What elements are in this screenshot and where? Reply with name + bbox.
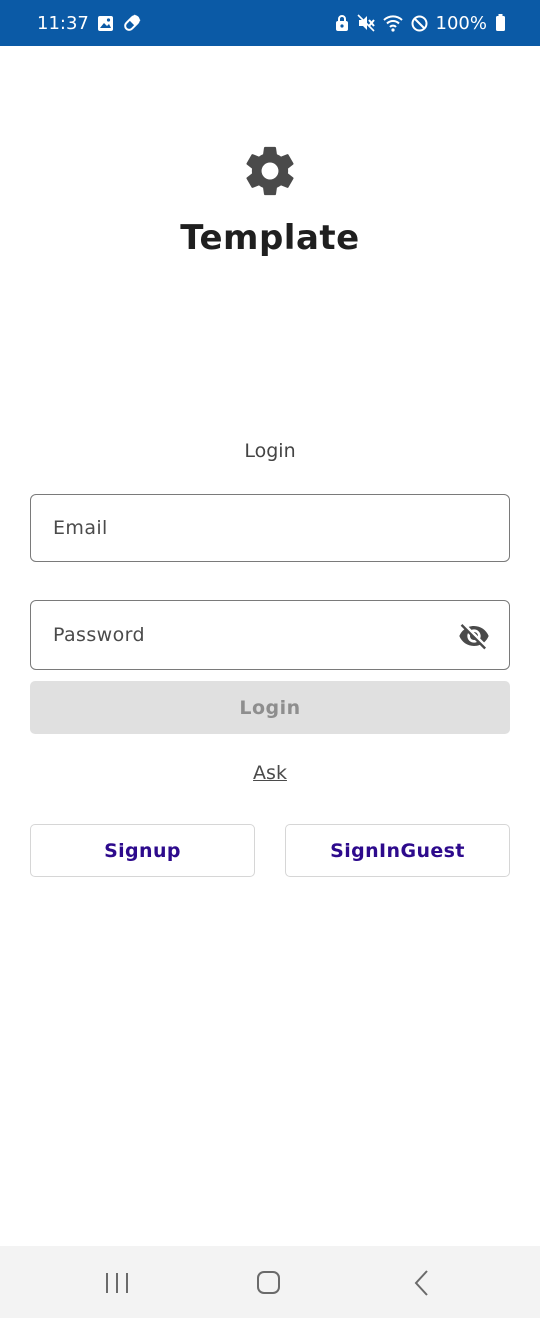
pill-icon — [122, 13, 142, 33]
login-screen: 11:37 100% Template Login Email Login As… — [0, 0, 540, 1318]
sign-in-guest-button[interactable]: SignInGuest — [285, 824, 510, 877]
recent-apps-icon[interactable] — [98, 1268, 138, 1298]
ask-link[interactable]: Ask — [253, 762, 287, 784]
password-field-container[interactable] — [30, 600, 510, 670]
login-heading: Login — [244, 440, 296, 462]
password-field[interactable] — [53, 601, 433, 669]
gallery-icon — [97, 15, 114, 32]
ask-link-row: Ask — [0, 762, 540, 784]
lock-icon — [335, 14, 349, 32]
status-right: 100% — [335, 13, 506, 34]
status-time: 11:37 — [37, 12, 89, 34]
back-icon[interactable] — [400, 1268, 440, 1298]
battery-icon — [495, 14, 506, 32]
mute-icon — [356, 14, 375, 32]
navigation-bar — [0, 1246, 540, 1318]
login-button[interactable]: Login — [30, 681, 510, 734]
gear-icon — [241, 142, 299, 200]
app-title: Template — [180, 218, 360, 258]
wifi-icon — [382, 14, 403, 32]
status-bar: 11:37 100% — [0, 0, 540, 46]
eye-off-icon[interactable] — [457, 620, 491, 652]
do-not-disturb-icon — [411, 15, 428, 32]
email-field-container[interactable] — [30, 494, 510, 562]
home-icon[interactable] — [248, 1268, 288, 1298]
signup-button[interactable]: Signup — [30, 824, 255, 877]
battery-percent: 100% — [435, 12, 487, 34]
status-left: 11:37 — [37, 13, 142, 34]
email-field[interactable] — [53, 495, 433, 561]
